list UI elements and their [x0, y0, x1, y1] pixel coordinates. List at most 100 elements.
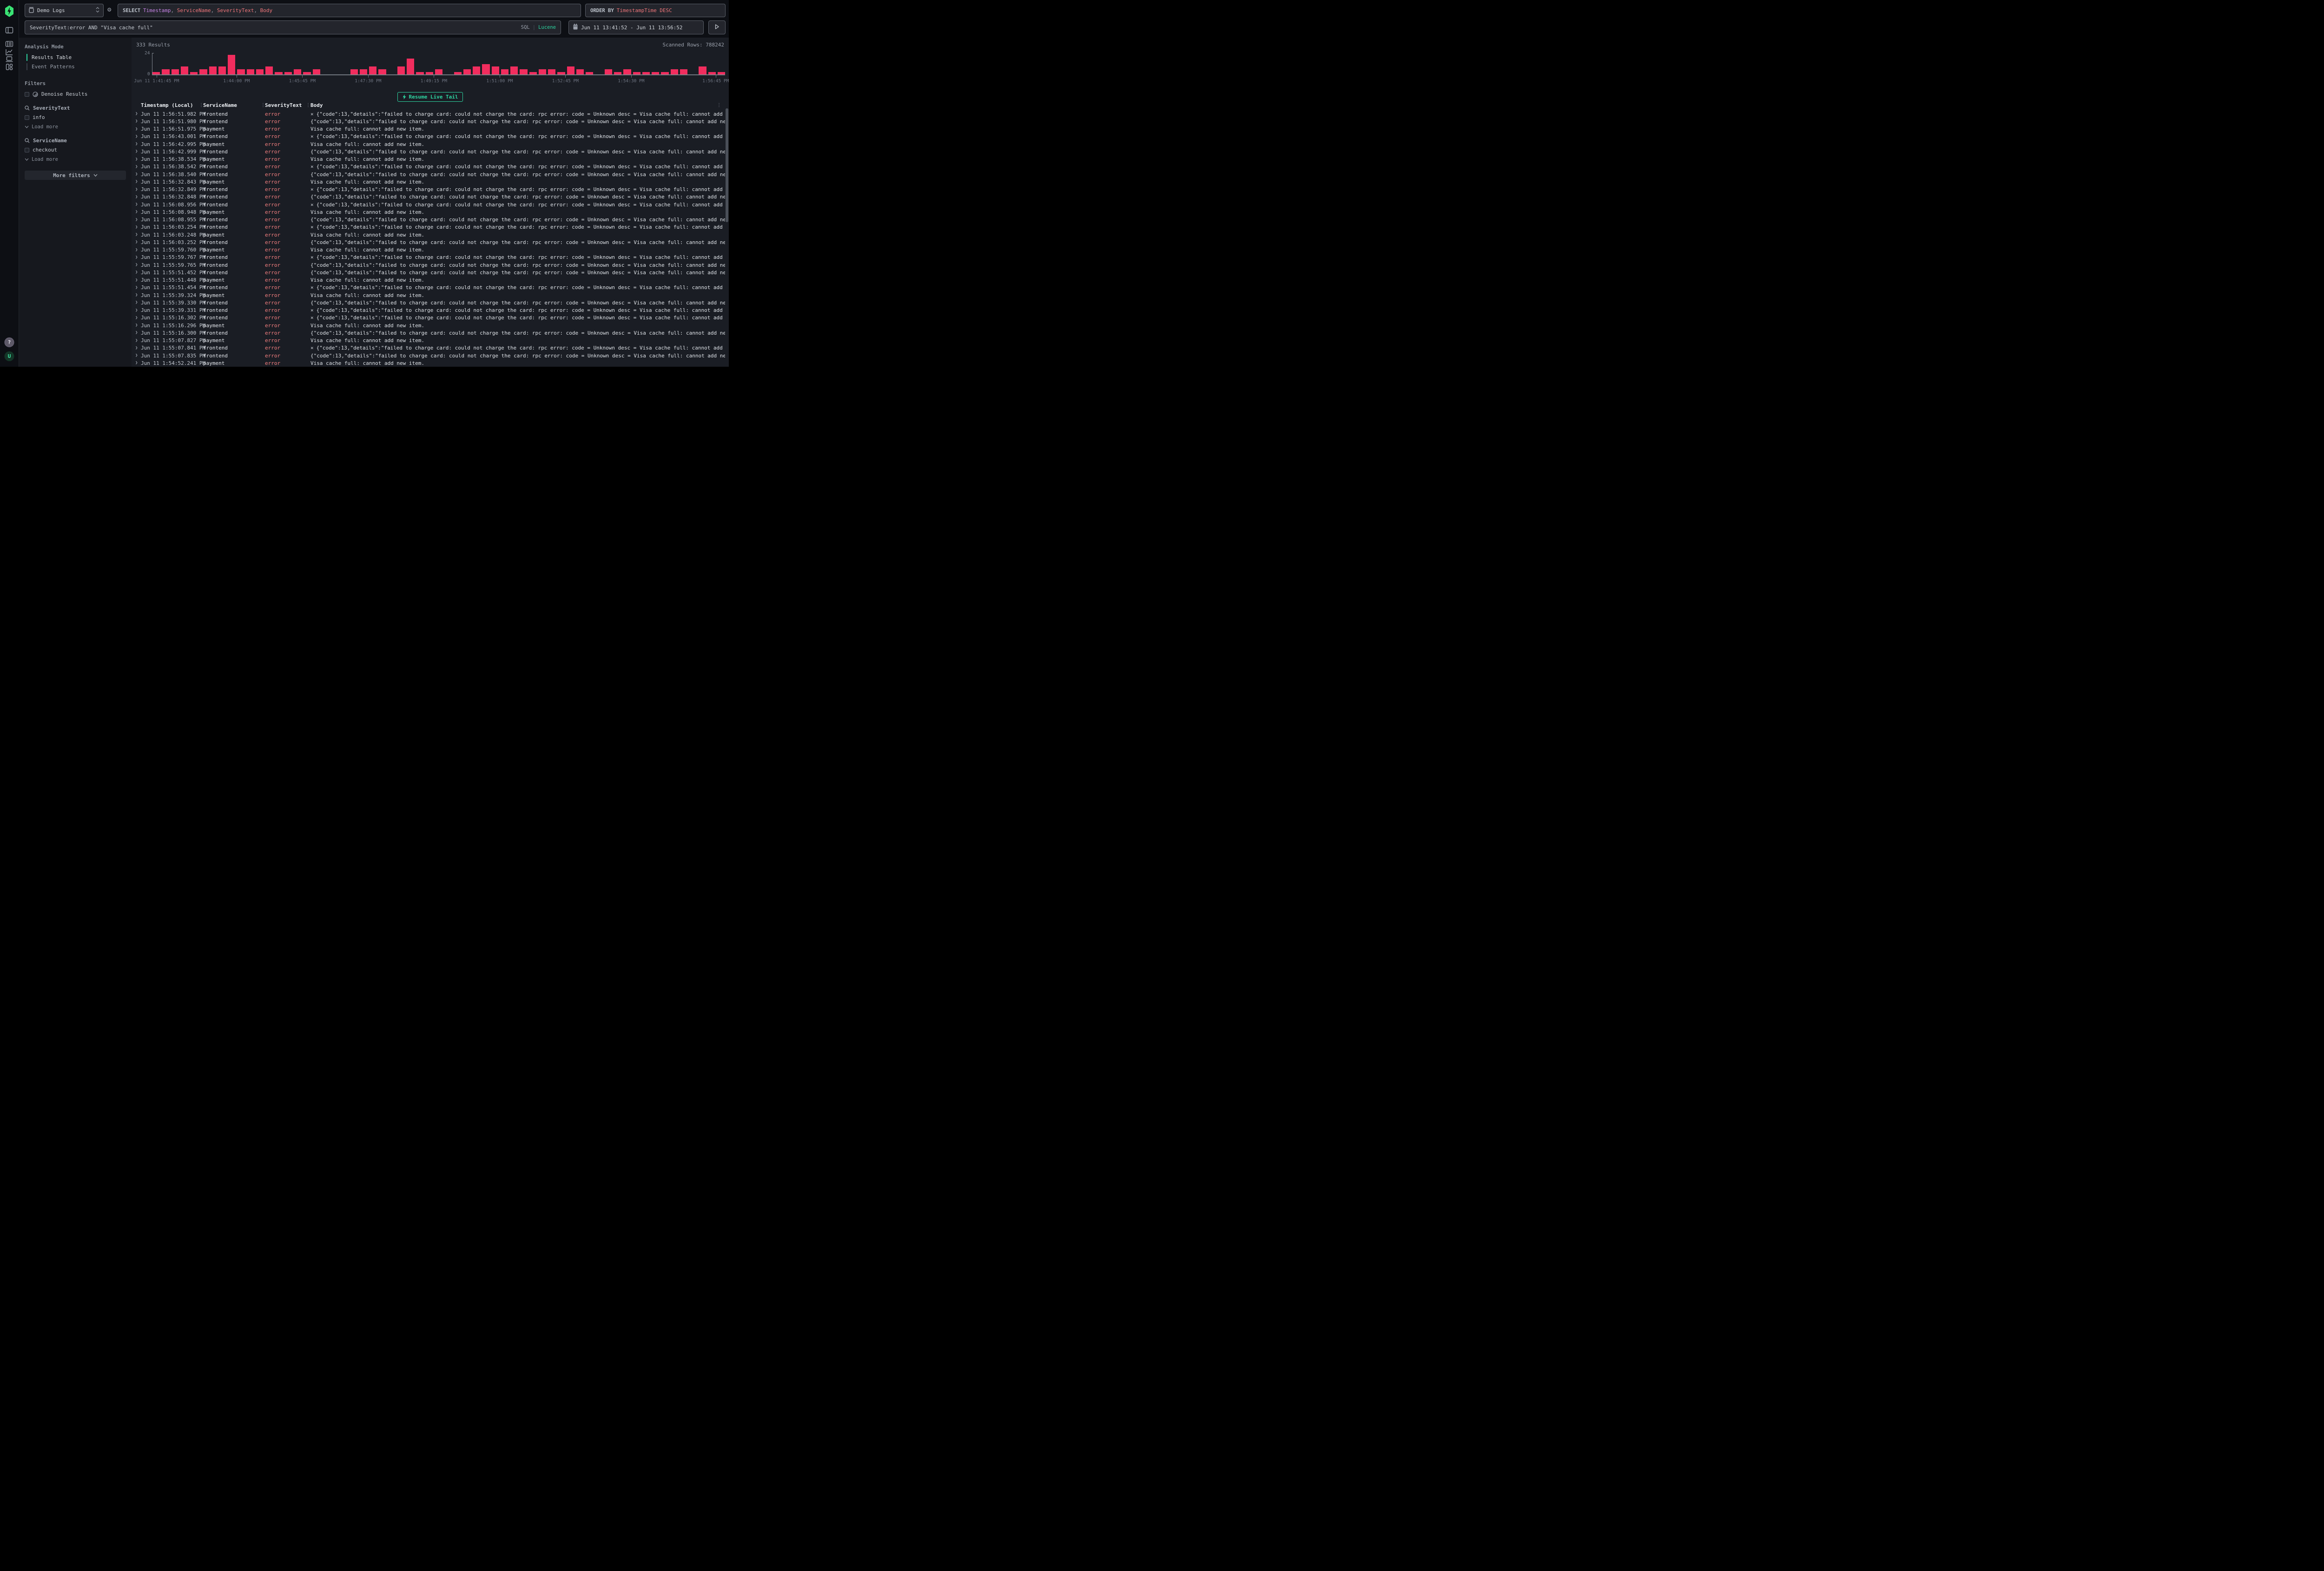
table-row[interactable]: ❯Jun 11 1:55:39.331 PMfrontenderror×{"co… — [135, 307, 725, 314]
histogram-bar — [473, 66, 480, 75]
column-header-body[interactable]: Body — [310, 102, 725, 110]
order-by-input[interactable]: ORDER BY TimestampTime DESC — [585, 4, 726, 17]
table-row[interactable]: ❯Jun 11 1:56:42.995 PMpaymenterrorVisa c… — [135, 140, 725, 148]
analysis-mode-item[interactable]: Event Patterns — [19, 62, 132, 71]
table-row[interactable]: ❯Jun 11 1:55:07.827 PMpaymenterrorVisa c… — [135, 337, 725, 344]
gear-icon[interactable]: ⚙ — [107, 7, 111, 13]
panel-left-icon[interactable] — [6, 27, 13, 33]
denoise-checkbox[interactable] — [25, 92, 29, 97]
table-row[interactable]: ❯Jun 11 1:56:32.848 PMfrontenderror{"cod… — [135, 193, 725, 201]
select-clause-input[interactable]: SELECT Timestamp, ServiceName, SeverityT… — [118, 4, 581, 17]
table-row[interactable]: ❯Jun 11 1:55:51.454 PMfrontenderror×{"co… — [135, 284, 725, 291]
dashboard-icon[interactable] — [6, 64, 13, 70]
table-row[interactable]: ❯Jun 11 1:56:03.254 PMfrontenderror×{"co… — [135, 224, 725, 231]
table-row[interactable]: ❯Jun 11 1:55:59.765 PMfrontenderror{"cod… — [135, 261, 725, 269]
table-row[interactable]: ❯Jun 11 1:55:59.760 PMpaymenterrorVisa c… — [135, 246, 725, 254]
body-x-marker: × — [310, 307, 314, 313]
table-scrollbar — [726, 108, 728, 365]
filter-checkbox[interactable] — [25, 148, 29, 152]
hyperdx-logo-icon[interactable] — [5, 5, 14, 17]
body-x-marker: × — [310, 186, 314, 192]
row-service: frontend — [203, 262, 265, 268]
body-x-marker: × — [310, 254, 314, 260]
lucene-mode-button[interactable]: Lucene — [538, 25, 556, 30]
table-row[interactable]: ❯Jun 11 1:56:38.540 PMfrontenderror{"cod… — [135, 171, 725, 178]
line-chart-icon[interactable] — [6, 49, 13, 55]
sql-mode-button[interactable]: SQL — [521, 25, 530, 30]
table-row[interactable]: ❯Jun 11 1:55:59.767 PMfrontenderror×{"co… — [135, 254, 725, 261]
row-timestamp: Jun 11 1:56:08.948 PM — [141, 209, 203, 215]
table-row[interactable]: ❯Jun 11 1:54:52.241 PMpaymenterrorVisa c… — [135, 359, 725, 367]
select-keyword: SELECT — [123, 7, 140, 13]
expand-chevron-icon: ❯ — [135, 231, 141, 238]
table-row[interactable]: ❯Jun 11 1:56:51.980 PMfrontenderror{"cod… — [135, 118, 725, 125]
row-severity: error — [265, 307, 310, 313]
table-row[interactable]: ❯Jun 11 1:55:07.841 PMfrontenderror×{"co… — [135, 344, 725, 352]
filter-option[interactable]: info — [19, 112, 132, 122]
table-row[interactable]: ❯Jun 11 1:55:07.835 PMfrontenderror{"cod… — [135, 352, 725, 359]
table-row[interactable]: ❯Jun 11 1:55:39.330 PMfrontenderror{"cod… — [135, 299, 725, 306]
column-resize-handle[interactable]: ⋮ — [306, 102, 310, 109]
table-row[interactable]: ❯Jun 11 1:56:43.001 PMfrontenderror×{"co… — [135, 133, 725, 140]
laptop-icon[interactable] — [6, 56, 13, 62]
row-body: {"code":13,"details":"failed to charge c… — [310, 270, 725, 276]
search-input[interactable]: SeverityText:error AND "Visa cache full"… — [25, 20, 561, 34]
table-row[interactable]: ❯Jun 11 1:56:08.948 PMpaymenterrorVisa c… — [135, 208, 725, 216]
column-resize-handle[interactable]: ⋮ — [199, 102, 204, 109]
table-row[interactable]: ❯Jun 11 1:56:38.534 PMpaymenterrorVisa c… — [135, 156, 725, 163]
table-row[interactable]: ❯Jun 11 1:56:32.849 PMfrontenderror×{"co… — [135, 186, 725, 193]
analysis-mode-item[interactable]: Results Table — [19, 53, 132, 62]
table-row[interactable]: ❯Jun 11 1:56:42.999 PMfrontenderror{"cod… — [135, 148, 725, 155]
row-timestamp: Jun 11 1:56:51.982 PM — [141, 111, 203, 117]
time-range-picker[interactable]: Jun 11 13:41:52 - Jun 11 13:56:52 — [568, 20, 704, 34]
mode-active-bar — [26, 54, 27, 61]
help-button[interactable]: ? — [5, 337, 14, 347]
resume-live-tail-button[interactable]: Resume Live Tail — [397, 92, 463, 102]
run-query-button[interactable] — [708, 20, 726, 34]
source-select[interactable]: Demo Logs — [25, 4, 104, 17]
column-resize-handle[interactable]: ⋮ — [261, 102, 265, 109]
filter-option[interactable]: checkout — [19, 145, 132, 155]
column-options-handle[interactable]: ⋮ — [717, 102, 721, 109]
table-row[interactable]: ❯Jun 11 1:56:51.975 PMpaymenterrorVisa c… — [135, 125, 725, 133]
table-row[interactable]: ❯Jun 11 1:56:08.955 PMfrontenderror{"cod… — [135, 216, 725, 224]
log-search-icon[interactable] — [6, 41, 13, 47]
filter-checkbox[interactable] — [25, 115, 29, 120]
table-row[interactable]: ❯Jun 11 1:56:51.982 PMfrontenderror×{"co… — [135, 110, 725, 118]
table-row[interactable]: ❯Jun 11 1:55:16.300 PMfrontenderror{"cod… — [135, 329, 725, 337]
table-row[interactable]: ❯Jun 11 1:55:39.324 PMpaymenterrorVisa c… — [135, 291, 725, 299]
expand-chevron-icon: ❯ — [135, 193, 141, 201]
row-body: Visa cache full: cannot add new item. — [310, 156, 725, 162]
row-body: {"code":13,"details":"failed to charge c… — [310, 353, 725, 359]
row-severity: error — [265, 262, 310, 268]
table-row[interactable]: ❯Jun 11 1:56:03.248 PMpaymenterrorVisa c… — [135, 231, 725, 238]
row-body: {"code":13,"details":"failed to charge c… — [310, 172, 725, 178]
column-header-timestamp[interactable]: Timestamp (Local) — [141, 102, 203, 110]
table-row[interactable]: ❯Jun 11 1:55:51.452 PMfrontenderror{"cod… — [135, 269, 725, 276]
body-x-marker: × — [310, 164, 314, 170]
row-severity: error — [265, 126, 310, 132]
denoise-results-toggle[interactable]: Denoise Results — [19, 89, 132, 99]
column-header-severitytext[interactable]: SeverityText — [265, 102, 310, 110]
table-row[interactable]: ❯Jun 11 1:55:16.302 PMfrontenderror×{"co… — [135, 314, 725, 322]
load-more-button[interactable]: Load more — [19, 155, 132, 164]
user-avatar[interactable]: U — [5, 351, 14, 361]
load-more-button[interactable]: Load more — [19, 122, 132, 132]
left-nav-rail: ? U — [0, 0, 19, 367]
more-filters-label: More filters — [53, 172, 90, 178]
table-row[interactable]: ❯Jun 11 1:56:32.843 PMpaymenterrorVisa c… — [135, 178, 725, 185]
more-filters-button[interactable]: More filters — [25, 171, 126, 180]
table-row[interactable]: ❯Jun 11 1:55:16.296 PMpaymenterrorVisa c… — [135, 322, 725, 329]
row-timestamp: Jun 11 1:56:08.956 PM — [141, 202, 203, 208]
table-row[interactable]: ❯Jun 11 1:55:51.448 PMpaymenterrorVisa c… — [135, 277, 725, 284]
row-service: frontend — [203, 164, 265, 170]
table-row[interactable]: ❯Jun 11 1:56:38.542 PMfrontenderror×{"co… — [135, 163, 725, 171]
results-summary-row: 333 Results Scanned Rows: 788242 — [136, 42, 724, 48]
table-row[interactable]: ❯Jun 11 1:56:08.956 PMfrontenderror×{"co… — [135, 201, 725, 208]
expand-chevron-icon: ❯ — [135, 299, 141, 306]
table-row[interactable]: ❯Jun 11 1:56:03.252 PMfrontenderror{"cod… — [135, 238, 725, 246]
y-axis-max-label: 24 — [145, 51, 150, 56]
row-body: ×{"code":13,"details":"failed to charge … — [310, 164, 725, 170]
scrollbar-thumb[interactable] — [726, 108, 728, 222]
column-header-servicename[interactable]: ServiceName — [203, 102, 265, 110]
